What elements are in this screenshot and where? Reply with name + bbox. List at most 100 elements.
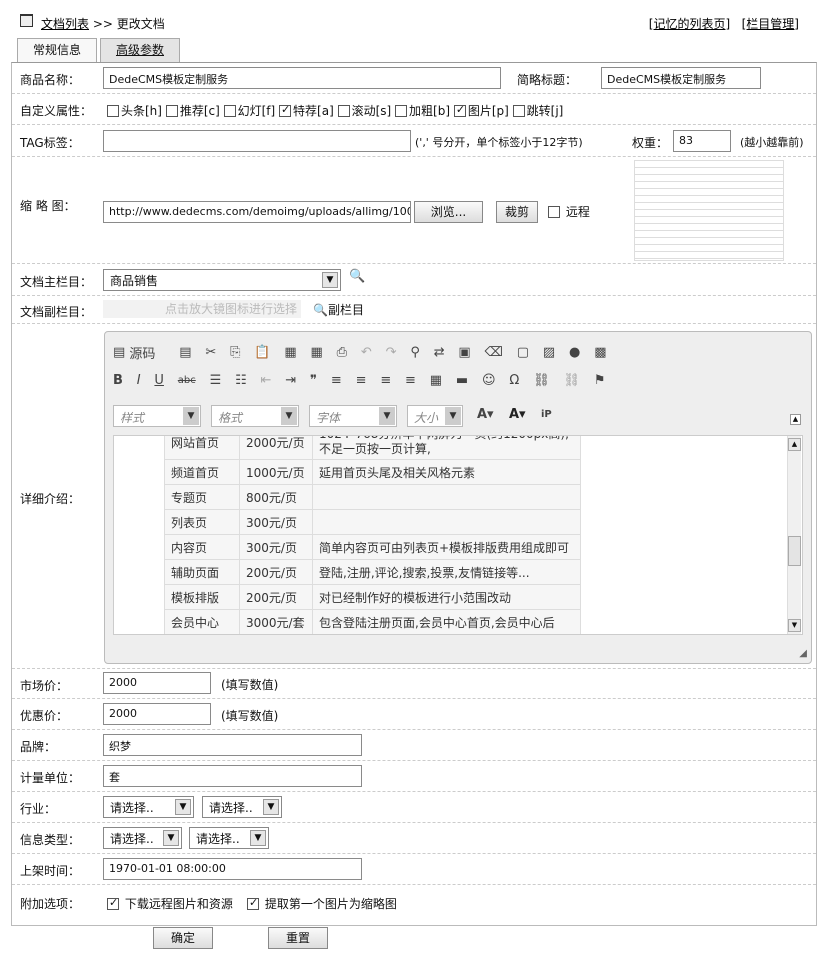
preview-icon[interactable]: ▢	[517, 345, 529, 360]
redo-icon[interactable]: ↷	[386, 345, 397, 360]
tag-input[interactable]	[103, 130, 411, 152]
crop-button[interactable]: 裁剪	[496, 201, 538, 223]
industry-select-2[interactable]: 请选择.. ▼	[202, 796, 282, 818]
attr-scroll-checkbox[interactable]	[337, 105, 350, 117]
style-combo[interactable]: 样式 ▼	[113, 405, 201, 427]
unlink-icon[interactable]: ⛓	[564, 373, 581, 388]
tab-advanced[interactable]: 高级参数	[100, 38, 180, 62]
justify-icon[interactable]: ≡	[405, 373, 416, 388]
date-input[interactable]: 1970-01-01 08:00:00	[103, 858, 362, 880]
attr-slide-checkbox[interactable]	[223, 105, 236, 117]
column-manage-link[interactable]: [栏目管理]	[742, 17, 799, 31]
editor-scrollbar[interactable]: ▲ ▼	[787, 436, 801, 634]
collapse-toolbar-icon[interactable]: ▲	[790, 414, 801, 425]
sub-column-field[interactable]: 点击放大镜图标进行选择	[103, 300, 301, 318]
strike-icon[interactable]: abc	[178, 375, 196, 386]
bullet-list-icon[interactable]: ☷	[235, 373, 247, 388]
title-input[interactable]: DedeCMS模板定制服务	[103, 67, 501, 89]
discount-price-input[interactable]: 2000	[103, 703, 211, 725]
source-button[interactable]: ▤ 源码	[113, 343, 165, 362]
short-title-input[interactable]: DedeCMS模板定制服务	[601, 67, 761, 89]
scroll-down-icon[interactable]: ▼	[788, 619, 801, 632]
attr-picture[interactable]: 图片[p]	[453, 103, 509, 118]
sub-column-button[interactable]: 🔍副栏目	[313, 301, 364, 318]
bold-icon[interactable]: B	[113, 373, 123, 388]
font-combo[interactable]: 字体 ▼	[309, 405, 397, 427]
smiley-icon[interactable]: ☺	[482, 373, 496, 388]
new-page-icon[interactable]: ▤	[179, 345, 191, 360]
indent-icon[interactable]: ⇥	[285, 373, 296, 388]
remote-option[interactable]: 远程	[548, 203, 590, 220]
outdent-icon[interactable]: ⇤	[261, 373, 272, 388]
ordered-list-icon[interactable]: ☰	[210, 373, 222, 388]
paste-icon[interactable]: 📋	[254, 345, 270, 360]
info-type-select-2[interactable]: 请选择.. ▼	[189, 827, 269, 849]
maximize-icon[interactable]: ▩	[594, 345, 606, 360]
editor-content[interactable]: 网站首页2000元/页1024*768分辨率下两屏为一页(约1200px高),不…	[113, 435, 803, 635]
scroll-up-icon[interactable]: ▲	[788, 438, 801, 451]
attr-scroll[interactable]: 滚动[s]	[337, 104, 391, 118]
print-icon[interactable]: ⎙	[337, 345, 347, 360]
attr-special-checkbox[interactable]	[279, 103, 292, 117]
info-type-select-1[interactable]: 请选择.. ▼	[103, 827, 182, 849]
flash-icon[interactable]: ●	[569, 345, 580, 360]
eraser-icon[interactable]: ⌫	[485, 345, 503, 360]
magnifier-icon[interactable]: 🔍	[349, 269, 365, 284]
main-column-select[interactable]: 商品销售 ▼	[103, 269, 341, 291]
attr-recommend[interactable]: 推荐[c]	[165, 104, 220, 118]
first-image-thumb-checkbox[interactable]	[247, 896, 259, 910]
reset-button[interactable]: 重置	[268, 927, 328, 949]
underline-icon[interactable]: U	[154, 373, 164, 388]
size-combo[interactable]: 大小 ▼	[407, 405, 463, 427]
special-char-icon[interactable]: Ω	[509, 373, 519, 388]
replace-icon[interactable]: ⇄	[434, 345, 445, 360]
anchor-flag-icon[interactable]: ⚑	[594, 373, 606, 388]
attr-headline[interactable]: 头条[h]	[107, 104, 162, 118]
align-left-icon[interactable]: ≡	[331, 373, 342, 388]
undo-icon[interactable]: ↶	[361, 345, 372, 360]
align-center-icon[interactable]: ≡	[356, 373, 367, 388]
attr-bold[interactable]: 加粗[b]	[395, 104, 450, 118]
format-combo[interactable]: 格式 ▼	[211, 405, 299, 427]
paste-special-icon[interactable]: iP	[541, 409, 552, 420]
select-all-icon[interactable]: ▣	[458, 345, 470, 360]
attr-picture-checkbox[interactable]	[453, 103, 466, 117]
image-icon[interactable]: ▨	[543, 345, 555, 360]
attr-special[interactable]: 特荐[a]	[279, 103, 334, 118]
cut-icon[interactable]: ✂	[205, 345, 216, 360]
market-price-input[interactable]: 2000	[103, 672, 211, 694]
download-remote-checkbox[interactable]	[107, 896, 119, 910]
blockquote-icon[interactable]: ❞	[310, 373, 317, 388]
doc-list-link[interactable]: 文档列表	[41, 17, 89, 31]
brand-input[interactable]: 织梦	[103, 734, 362, 756]
table-icon[interactable]: ▦	[430, 373, 442, 388]
scroll-thumb[interactable]	[788, 536, 801, 566]
copy-icon[interactable]: ⎘	[230, 345, 240, 360]
attr-jump[interactable]: 跳转[j]	[512, 104, 563, 118]
attr-headline-checkbox[interactable]	[107, 105, 119, 117]
paste-text-icon[interactable]: ▦	[284, 345, 296, 360]
weight-input[interactable]: 83	[673, 130, 731, 152]
attr-slide[interactable]: 幻灯[f]	[223, 104, 275, 118]
italic-icon[interactable]: I	[137, 373, 141, 388]
paste-word-icon[interactable]: ▦	[311, 345, 323, 360]
align-right-icon[interactable]: ≡	[380, 373, 391, 388]
find-icon[interactable]: ⚲	[410, 345, 420, 360]
browse-button[interactable]: 浏览...	[414, 201, 483, 223]
attr-bold-checkbox[interactable]	[395, 105, 408, 117]
remote-checkbox[interactable]	[548, 206, 560, 218]
attr-jump-checkbox[interactable]	[512, 105, 525, 117]
ok-button[interactable]: 确定	[153, 927, 213, 949]
resize-handle-icon[interactable]: ◢	[799, 648, 807, 659]
remember-list-link[interactable]: [记忆的列表页]	[649, 17, 730, 31]
first-image-thumb-option[interactable]: 提取第一个图片为缩略图	[247, 895, 397, 912]
download-remote-option[interactable]: 下载远程图片和资源	[107, 895, 233, 912]
text-color-icon[interactable]: A▾	[477, 407, 494, 422]
link-icon[interactable]: ⛓	[533, 373, 550, 388]
thumb-url-input[interactable]: http://www.dedecms.com/demoimg/uploads/a…	[103, 201, 411, 223]
unit-input[interactable]: 套	[103, 765, 362, 787]
bg-color-icon[interactable]: A▾	[509, 407, 526, 422]
hr-icon[interactable]: ▬	[456, 373, 468, 388]
industry-select-1[interactable]: 请选择.. ▼	[103, 796, 194, 818]
tab-normal-info[interactable]: 常规信息	[17, 38, 97, 63]
